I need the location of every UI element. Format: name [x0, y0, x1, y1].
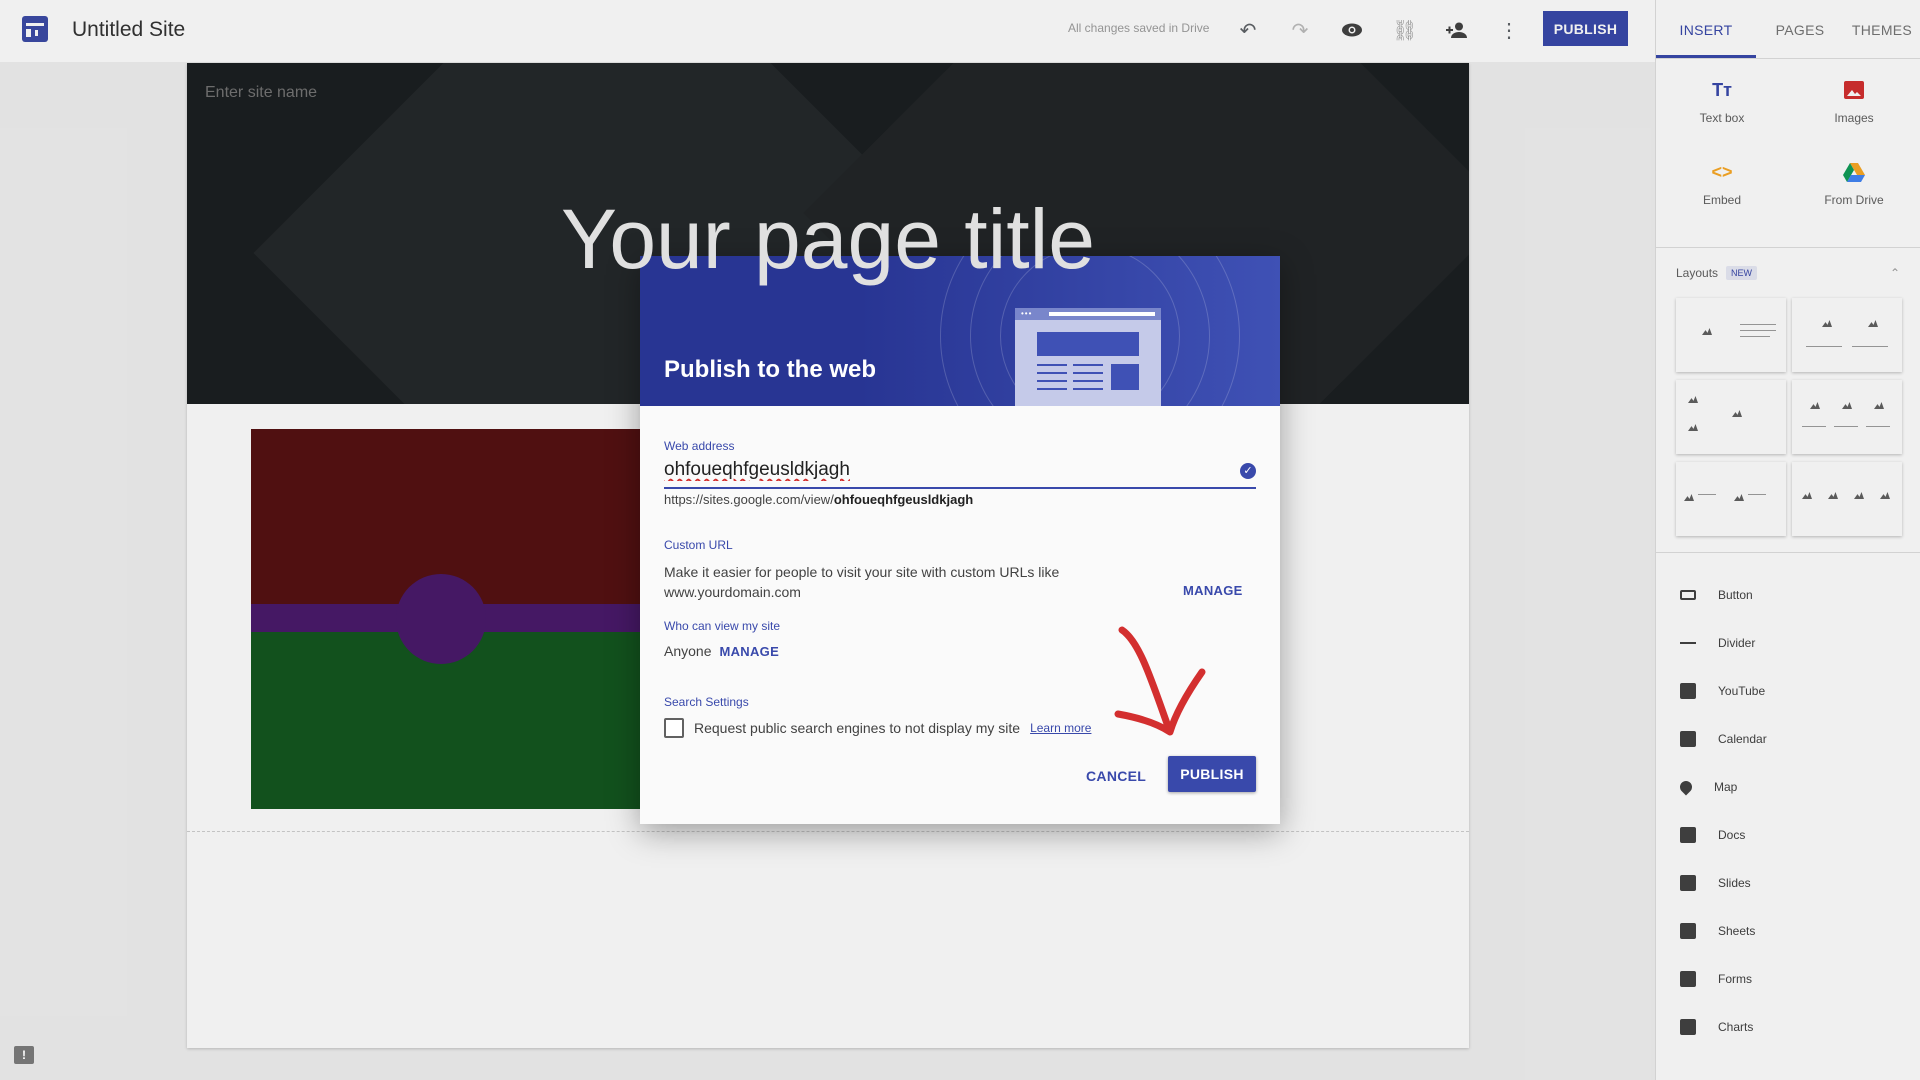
- viewers-row: Anyone MANAGE: [664, 643, 780, 659]
- search-settings-section: Search Settings Request public search en…: [664, 695, 1091, 738]
- search-engine-checkbox[interactable]: [664, 718, 684, 738]
- search-settings-label: Search Settings: [664, 695, 749, 709]
- viewers-manage-button[interactable]: MANAGE: [719, 644, 779, 659]
- check-circle-icon: ✓: [1240, 463, 1256, 479]
- custom-url-label: Custom URL: [664, 538, 733, 552]
- web-address-field[interactable]: ✓: [664, 459, 1256, 489]
- who-can-view-section: Who can view my site Anyone MANAGE: [664, 619, 780, 659]
- url-slug: ohfoueqhfgeusldkjagh: [833, 492, 974, 507]
- who-can-view-label: Who can view my site: [664, 619, 781, 633]
- site-name-field[interactable]: Enter site name: [205, 84, 317, 102]
- custom-url-section: Custom URL Make it easier for people to …: [664, 538, 1084, 602]
- cancel-button[interactable]: CANCEL: [1086, 768, 1146, 784]
- search-checkbox-label[interactable]: Request public search engines to not dis…: [694, 720, 1020, 736]
- site-url: https://sites.google.com/view/ohfoueqhfg…: [664, 492, 1256, 507]
- url-prefix: https://sites.google.com/view/: [664, 492, 834, 507]
- web-address-label: Web address: [664, 439, 735, 453]
- dialog-body: Web address ✓ https://sites.google.com/v…: [640, 406, 1280, 824]
- custom-url-manage-button[interactable]: MANAGE: [1183, 583, 1243, 598]
- custom-url-description: Make it easier for people to visit your …: [664, 564, 1060, 600]
- red-arrow-annotation: [1114, 626, 1206, 736]
- browser-illustration-icon: •••: [1015, 308, 1161, 406]
- web-address-input[interactable]: [664, 459, 1256, 481]
- feedback-icon[interactable]: !: [14, 1046, 34, 1064]
- search-engine-option: Request public search engines to not dis…: [664, 718, 1091, 738]
- page-title[interactable]: Your page title: [187, 191, 1469, 288]
- viewers-value: Anyone: [664, 643, 712, 659]
- publish-button[interactable]: PUBLISH: [1168, 756, 1256, 792]
- learn-more-link[interactable]: Learn more: [1030, 721, 1091, 735]
- dialog-title: Publish to the web: [664, 356, 877, 383]
